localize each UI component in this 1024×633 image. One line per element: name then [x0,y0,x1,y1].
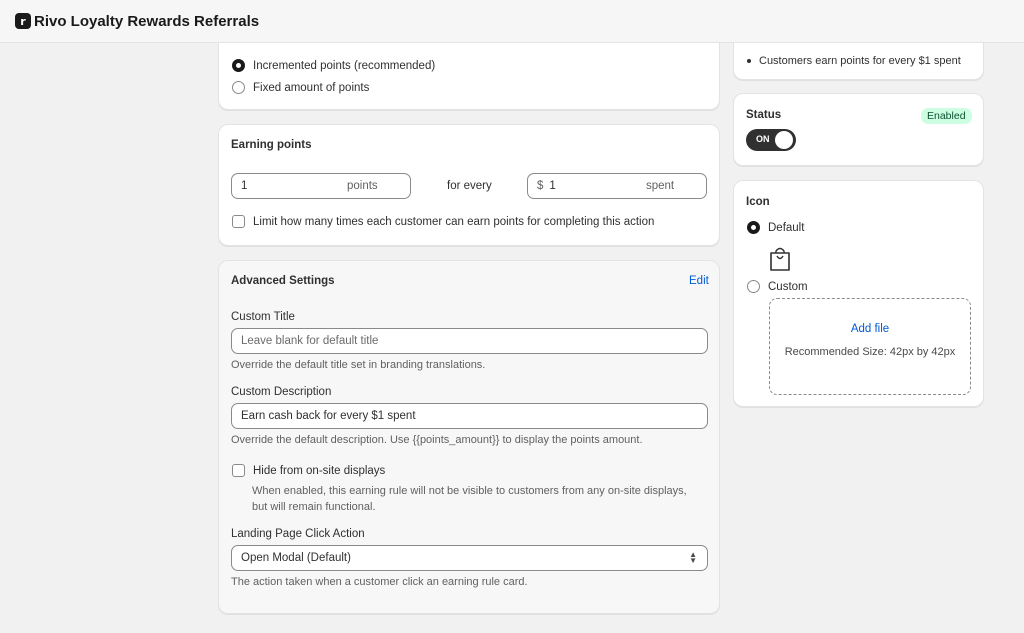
custom-title-input[interactable]: Leave blank for default title [231,328,708,354]
bullet-dot [747,59,751,63]
radio-incremented-label: Incremented points (recommended) [253,59,436,72]
advanced-settings-title: Advanced Settings [231,275,335,287]
spent-input[interactable]: $ 1 spent [527,173,707,199]
status-toggle[interactable]: ON [746,129,796,151]
limit-checkbox-row[interactable]: Limit how many times each customer can e… [232,215,654,228]
hide-help-line-1: When enabled, this earning rule will not… [252,485,687,497]
radio-icon-default-label: Default [768,221,805,234]
app-logo-icon: r [15,13,31,29]
hide-checkbox-label: Hide from on-site displays [253,464,386,477]
points-input[interactable]: 1 points [231,173,411,199]
radio-fixed[interactable]: Fixed amount of points [232,81,369,94]
status-badge: Enabled [921,108,972,124]
file-dropzone[interactable]: Add file Recommended Size: 42px by 42px [769,298,971,395]
custom-title-label: Custom Title [231,311,295,323]
custom-description-label: Custom Description [231,386,332,398]
points-input-value: 1 [241,180,248,192]
status-title: Status [746,109,782,121]
radio-icon-custom-label: Custom [768,280,808,293]
spent-suffix: spent [646,180,675,192]
add-file-link[interactable]: Add file [770,323,970,335]
advanced-settings-card: Advanced Settings Edit Custom Title Leav… [218,260,720,614]
radio-icon-default-control[interactable] [747,221,760,234]
summary-bullet: Customers earn points for every $1 spent [747,55,961,67]
hide-checkbox-row[interactable]: Hide from on-site displays [232,464,385,477]
summary-bullet-text: Customers earn points for every $1 spent [759,55,961,67]
select-arrows-icon: ▲ ▼ [689,550,697,565]
custom-title-placeholder: Leave blank for default title [241,335,379,347]
hide-checkbox[interactable] [232,464,245,477]
icon-title: Icon [746,196,770,208]
custom-description-value: Earn cash back for every $1 spent [241,410,416,422]
recommended-size-text: Recommended Size: 42px by 42px [784,346,956,358]
custom-description-help: Override the default description. Use {{… [231,434,643,446]
earning-points-title: Earning points [231,139,312,151]
spent-input-value: 1 [549,180,556,192]
radio-icon-custom[interactable]: Custom [747,280,808,293]
for-every-label: for every [447,180,492,192]
edit-link[interactable]: Edit [689,275,709,287]
radio-icon-default[interactable]: Default [747,221,804,234]
radio-icon-custom-control[interactable] [747,280,760,293]
limit-checkbox-label: Limit how many times each customer can e… [253,215,655,228]
earning-points-card: Earning points 1 points for every $ 1 sp… [218,124,720,246]
radio-incremented[interactable]: Incremented points (recommended) [232,59,435,72]
custom-title-help: Override the default title set in brandi… [231,359,486,371]
status-toggle-label: ON [756,134,770,144]
custom-description-input[interactable]: Earn cash back for every $1 spent [231,403,708,429]
landing-action-help: The action taken when a customer click a… [231,576,528,588]
landing-action-value: Open Modal (Default) [241,552,351,564]
radio-fixed-label: Fixed amount of points [253,81,370,94]
status-toggle-knob [775,131,793,149]
status-card: Status Enabled ON [733,93,984,166]
landing-action-label: Landing Page Click Action [231,528,365,540]
icon-card: Icon Default Custom Add file Recommended… [733,180,984,407]
landing-action-select[interactable]: Open Modal (Default) ▲ ▼ [231,545,708,571]
points-suffix: points [347,180,378,192]
limit-checkbox[interactable] [232,215,245,228]
currency-prefix: $ [537,180,544,192]
shopping-bag-icon [770,247,790,271]
app-title: Rivo Loyalty Rewards Referrals [34,12,260,30]
radio-incremented-control[interactable] [232,59,245,72]
hide-help-line-2: but will remain functional. [252,501,376,513]
app-header: r Rivo Loyalty Rewards Referrals [0,0,1024,43]
radio-fixed-control[interactable] [232,81,245,94]
